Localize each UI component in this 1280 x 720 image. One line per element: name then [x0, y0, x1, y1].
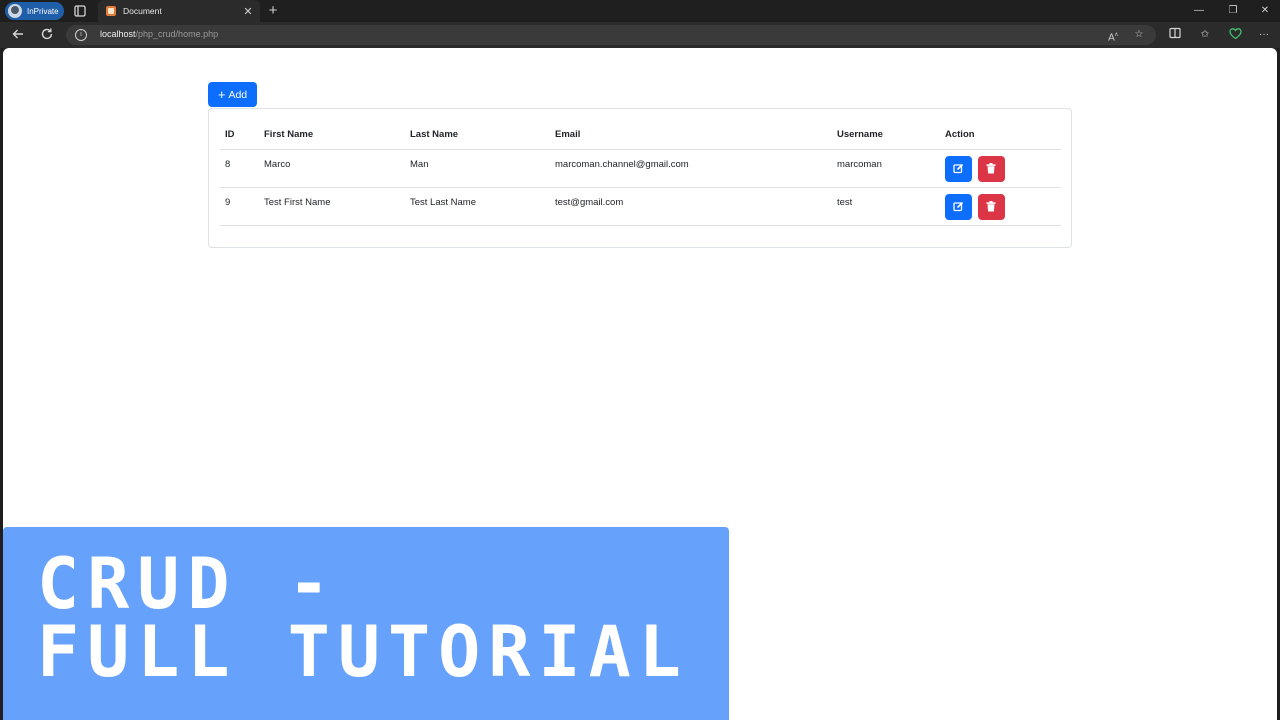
- profile-button[interactable]: InPrivate: [5, 2, 64, 20]
- new-tab-icon[interactable]: +: [264, 2, 282, 20]
- favorites-icon[interactable]: ✩: [1197, 27, 1213, 43]
- close-tab-icon[interactable]: ✕: [241, 5, 255, 18]
- table-header-row: ID First Name Last Name Email Username A…: [220, 121, 1061, 150]
- edit-button[interactable]: [945, 193, 972, 220]
- cell-actions: [940, 149, 1061, 188]
- favorite-star-icon[interactable]: ☆: [1132, 28, 1146, 42]
- edit-icon: [953, 163, 964, 173]
- cell-email: marcoman.channel@gmail.com: [550, 149, 832, 188]
- minimize-icon[interactable]: —: [1188, 3, 1210, 19]
- back-icon[interactable]: [10, 27, 26, 43]
- url-text: localhost/php_crud/home.php: [100, 29, 219, 39]
- plus-icon: +: [217, 87, 226, 102]
- tab-actions-icon[interactable]: [73, 4, 87, 18]
- table-row: 9 Test First Name Test Last Name test@gm…: [220, 187, 1061, 226]
- trash-icon: [986, 200, 996, 211]
- site-info-icon[interactable]: i: [75, 29, 87, 41]
- banner-title-line-2: FULL TUTORIAL: [37, 611, 689, 693]
- header-action: Action: [940, 121, 1061, 150]
- banner-title-line-1: CRUD -: [37, 543, 338, 625]
- read-aloud-icon[interactable]: Aʌ: [1106, 28, 1120, 43]
- cell-last-name: Test Last Name: [405, 187, 550, 226]
- cell-first-name: Marco: [259, 149, 405, 188]
- cell-last-name: Man: [405, 149, 550, 188]
- header-last-name: Last Name: [405, 121, 550, 150]
- browser-essentials-icon[interactable]: [1227, 27, 1243, 43]
- avatar: [8, 4, 22, 18]
- add-button-label: Add: [228, 88, 248, 101]
- trash-icon: [986, 162, 996, 173]
- refresh-icon[interactable]: [39, 27, 55, 43]
- cell-email: test@gmail.com: [550, 187, 832, 226]
- split-screen-icon[interactable]: [1167, 27, 1183, 43]
- delete-button[interactable]: [977, 155, 1005, 182]
- header-username: Username: [832, 121, 940, 150]
- cell-actions: [940, 187, 1061, 226]
- header-first-name: First Name: [259, 121, 405, 150]
- users-table: ID First Name Last Name Email Username A…: [220, 121, 1061, 226]
- cell-id: 8: [220, 149, 259, 188]
- header-id: ID: [220, 121, 259, 150]
- users-card: ID First Name Last Name Email Username A…: [208, 108, 1072, 248]
- restore-icon[interactable]: ❐: [1222, 3, 1244, 19]
- tab-strip: InPrivate Document ✕ + — ❐ ✕: [0, 0, 1280, 22]
- cell-username: test: [832, 187, 940, 226]
- cell-username: marcoman: [832, 149, 940, 188]
- address-toolbar: i localhost/php_crud/home.php Aʌ ☆ ✩ ···: [0, 22, 1280, 48]
- tab-title: Document: [123, 6, 162, 16]
- close-window-icon[interactable]: ✕: [1254, 3, 1276, 19]
- edit-button[interactable]: [945, 155, 972, 182]
- profile-label: InPrivate: [27, 6, 59, 16]
- address-bar[interactable]: i localhost/php_crud/home.php Aʌ ☆: [66, 25, 1156, 45]
- edit-icon: [953, 201, 964, 211]
- cell-id: 9: [220, 187, 259, 226]
- tab-document[interactable]: Document ✕: [98, 0, 260, 22]
- more-options-icon[interactable]: ···: [1256, 27, 1272, 43]
- browser-window: InPrivate Document ✕ + — ❐ ✕ i localhost…: [0, 0, 1280, 720]
- table-row: 8 Marco Man marcoman.channel@gmail.com m…: [220, 149, 1061, 188]
- page-favicon-icon: [106, 6, 116, 16]
- cell-first-name: Test First Name: [259, 187, 405, 226]
- header-email: Email: [550, 121, 832, 150]
- delete-button[interactable]: [977, 193, 1005, 220]
- tutorial-title-banner: CRUD - FULL TUTORIAL: [3, 527, 729, 720]
- add-button[interactable]: + Add: [208, 82, 257, 107]
